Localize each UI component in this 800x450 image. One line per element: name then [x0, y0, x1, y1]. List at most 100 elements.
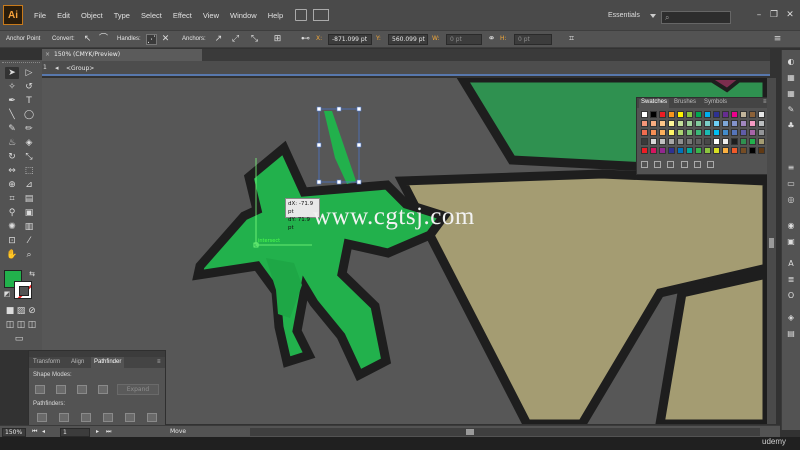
delete-swatch-icon[interactable] [707, 161, 715, 168]
swatch-cell[interactable] [650, 147, 657, 154]
transparency-panel-icon[interactable]: ◎ [785, 194, 797, 205]
swatch-cell[interactable] [713, 138, 720, 145]
tab-transform[interactable]: Transform [33, 359, 60, 365]
swatch-cell[interactable] [650, 129, 657, 136]
swatch-cell[interactable] [641, 111, 648, 118]
zoom-tool-icon[interactable]: ⌕ [22, 249, 36, 261]
new-swatch-icon[interactable] [693, 161, 701, 168]
swatch-cell[interactable] [668, 129, 675, 136]
minus-front-button[interactable] [56, 385, 66, 394]
bridge-icon[interactable] [295, 9, 308, 21]
eyedropper-tool-icon[interactable]: ⚲ [5, 207, 19, 219]
minus-back-button[interactable] [147, 413, 157, 422]
horizontal-scrollbar[interactable] [250, 428, 760, 436]
tab-swatches[interactable]: Swatches [639, 99, 670, 108]
chevron-down-icon[interactable] [650, 14, 656, 18]
swatch-cell[interactable] [740, 120, 747, 127]
opentype-panel-icon[interactable]: O [785, 290, 797, 301]
arrange-documents-icon[interactable] [313, 9, 330, 21]
swatch-cell[interactable] [731, 147, 738, 154]
swatch-cell[interactable] [659, 129, 666, 136]
intersect-button[interactable] [77, 385, 87, 394]
status-tool[interactable]: Move [170, 428, 186, 435]
paintbrush-tool-icon[interactable]: ✎ [5, 123, 19, 135]
swatch-cell[interactable] [731, 129, 738, 136]
swatch-cell[interactable] [677, 129, 684, 136]
type-tool-icon[interactable]: T [22, 95, 36, 107]
swatch-cell[interactable] [704, 138, 711, 145]
outline-button[interactable] [125, 413, 135, 422]
screen-mode-icon[interactable]: ▭ [12, 333, 26, 345]
swatch-cell[interactable] [758, 129, 765, 136]
gradient-tool-icon[interactable]: ▤ [22, 193, 36, 205]
swatch-cell[interactable] [758, 147, 765, 154]
tab-align[interactable]: Align [71, 359, 84, 365]
menu-select[interactable]: Select [141, 11, 162, 20]
swatch-cell[interactable] [677, 147, 684, 154]
selection-tool-icon[interactable]: ➤ [5, 67, 19, 79]
draw-inside-icon[interactable]: ◫ [25, 319, 39, 331]
remove-anchor-icon[interactable]: ↗ [213, 34, 224, 45]
swatch-cell[interactable] [749, 147, 756, 154]
swatch-cell[interactable] [668, 120, 675, 127]
scale-tool-icon[interactable]: ⤡ [22, 151, 36, 163]
y-field[interactable]: 560.099 pt [388, 34, 428, 45]
close-tab-icon[interactable]: × [45, 49, 50, 61]
last-artboard-icon[interactable]: ⏭ [106, 428, 111, 436]
pen-tool-icon[interactable]: ✒ [5, 95, 19, 107]
swatch-kind-icon[interactable] [654, 161, 662, 168]
crop-button[interactable] [103, 413, 113, 422]
swatch-cell[interactable] [686, 129, 693, 136]
swatch-cell[interactable] [668, 111, 675, 118]
layers-panel-icon[interactable]: ◈ [785, 312, 797, 323]
menu-type[interactable]: Type [114, 11, 130, 20]
brushes-panel-icon[interactable]: ✎ [785, 104, 797, 115]
swatch-cell[interactable] [641, 129, 648, 136]
tab-pathfinder[interactable]: Pathfinder [91, 357, 125, 368]
swatch-cell[interactable] [668, 138, 675, 145]
document-tab[interactable]: × 150% (CMYK/Preview) [42, 49, 202, 61]
mesh-tool-icon[interactable]: ⌗ [5, 193, 19, 205]
menu-view[interactable]: View [203, 11, 219, 20]
swatch-cell[interactable] [704, 120, 711, 127]
swatch-cell[interactable] [659, 147, 666, 154]
swatch-cell[interactable] [695, 120, 702, 127]
swatch-cell[interactable] [758, 120, 765, 127]
slice-tool-icon[interactable]: ⁄ [22, 235, 36, 247]
blend-tool-icon[interactable]: ▣ [22, 207, 36, 219]
swatch-cell[interactable] [659, 111, 666, 118]
swatch-cell[interactable] [641, 147, 648, 154]
graphic-styles-icon[interactable]: ▣ [785, 236, 797, 247]
prev-artboard-icon[interactable]: ◂ [42, 428, 45, 435]
divide-button[interactable] [37, 413, 47, 422]
width-tool-icon[interactable]: ⇔ [5, 165, 19, 177]
menu-help[interactable]: Help [268, 11, 283, 20]
swatch-cell[interactable] [641, 120, 648, 127]
convert-corner-icon[interactable]: ↖ [82, 34, 93, 45]
swatch-cell[interactable] [650, 120, 657, 127]
none-mode-icon[interactable]: ⊘ [25, 305, 39, 317]
workspace-switcher[interactable]: Essentials [608, 12, 640, 19]
shape-builder-tool-icon[interactable]: ⊕ [5, 179, 19, 191]
swatch-cell[interactable] [731, 120, 738, 127]
default-colors-icon[interactable]: ◩ [0, 288, 14, 300]
swatches-panel-icon[interactable]: ▦ [785, 88, 797, 99]
merge-button[interactable] [81, 413, 91, 422]
search-input[interactable]: ⌕ [661, 11, 731, 24]
swatch-cell[interactable] [659, 120, 666, 127]
back-arrow-icon[interactable]: ◂ [55, 64, 64, 73]
swatch-options-icon[interactable] [667, 161, 675, 168]
lasso-tool-icon[interactable]: ↺ [22, 81, 36, 93]
character-panel-icon[interactable]: A [785, 258, 797, 269]
layer-number[interactable]: 1 [43, 64, 51, 73]
menu-edit[interactable]: Edit [57, 11, 70, 20]
symbol-sprayer-tool-icon[interactable]: ✺ [5, 221, 19, 233]
expand-button[interactable]: Expand [117, 384, 159, 395]
swatch-cell[interactable] [722, 111, 729, 118]
swatch-cell[interactable] [686, 111, 693, 118]
ellipse-tool-icon[interactable]: ◯ [22, 109, 36, 121]
magic-wand-tool-icon[interactable]: ✧ [5, 81, 19, 93]
color-guide-icon[interactable]: ▦ [785, 72, 797, 83]
swatch-cell[interactable] [695, 129, 702, 136]
swatch-cell[interactable] [740, 147, 747, 154]
